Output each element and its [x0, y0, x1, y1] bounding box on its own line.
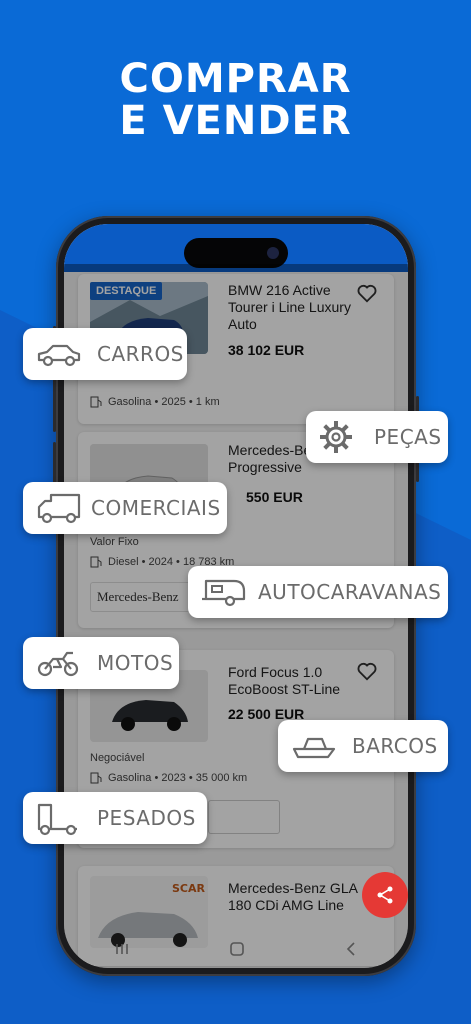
category-label: AUTOCARAVANAS	[258, 580, 442, 604]
headline-line-2: E VENDER	[119, 98, 352, 144]
share-fab[interactable]	[362, 872, 408, 918]
android-navbar	[64, 930, 408, 968]
truck-icon	[37, 803, 77, 836]
category-motos[interactable]: MOTOS	[23, 637, 179, 689]
boat-icon	[292, 737, 336, 759]
share-icon	[377, 886, 393, 904]
motorcycle-icon	[37, 651, 79, 677]
van-icon	[37, 493, 81, 524]
category-pecas[interactable]: PEÇAS	[306, 411, 448, 463]
category-carros[interactable]: CARROS	[23, 328, 187, 380]
category-label: CARROS	[97, 342, 184, 366]
caravan-icon	[202, 579, 246, 607]
category-barcos[interactable]: BARCOS	[278, 720, 448, 772]
category-pesados[interactable]: PESADOS	[23, 792, 207, 844]
category-label: BARCOS	[352, 734, 438, 758]
volume-up-button	[53, 376, 56, 432]
headline-line-1: COMPRAR	[119, 56, 352, 102]
category-comerciais[interactable]: COMERCIAIS	[23, 482, 227, 534]
category-label: PEÇAS	[374, 425, 442, 449]
category-autocaravanas[interactable]: AUTOCARAVANAS	[188, 566, 448, 618]
category-label: COMERCIAIS	[91, 496, 221, 520]
back-icon[interactable]	[344, 941, 358, 957]
menu-icon[interactable]	[114, 942, 130, 956]
car-icon	[37, 344, 81, 367]
category-label: MOTOS	[97, 651, 174, 675]
gear-icon	[320, 421, 352, 453]
home-icon[interactable]	[229, 941, 245, 957]
camera-lens	[267, 247, 279, 259]
category-label: PESADOS	[97, 806, 196, 830]
